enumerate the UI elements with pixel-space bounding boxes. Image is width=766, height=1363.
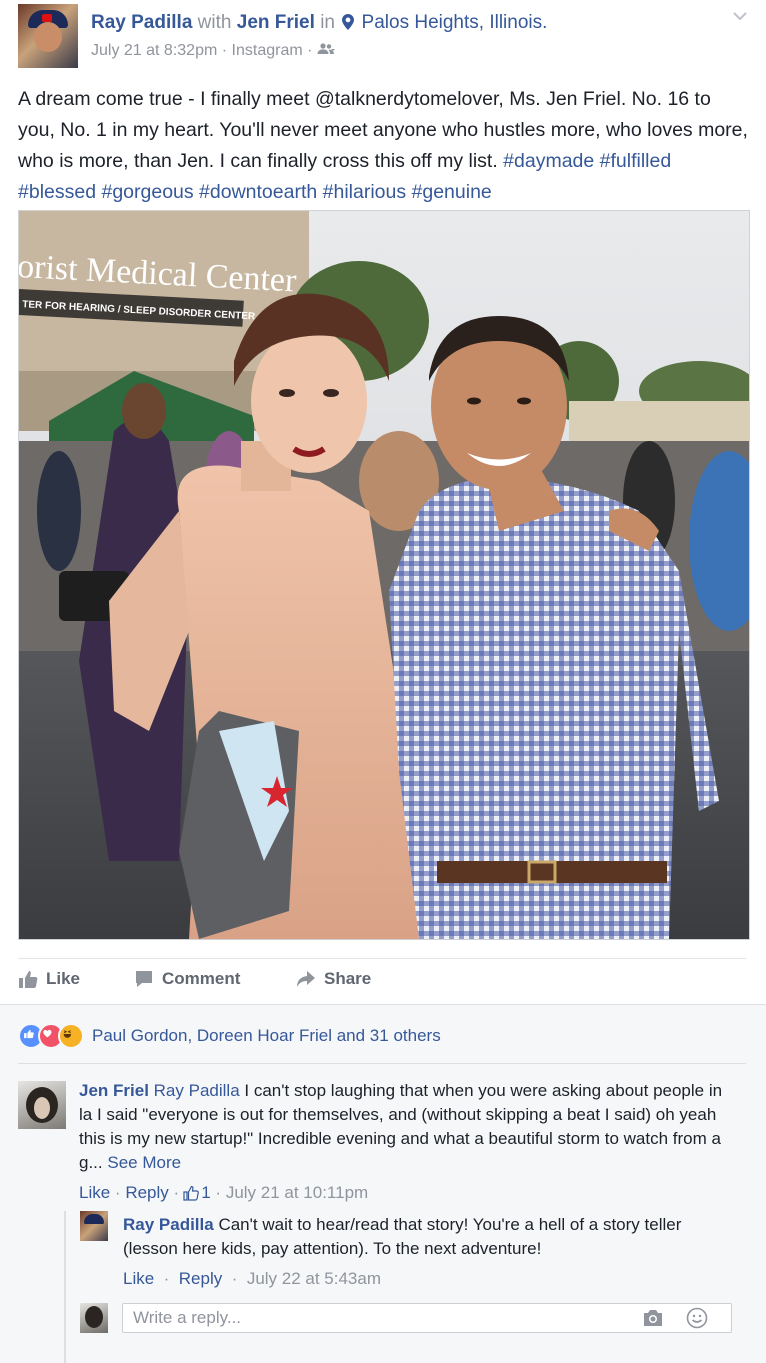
tagged-person-link[interactable]: Jen Friel — [237, 12, 315, 33]
reply-reply-link[interactable]: Reply — [179, 1269, 222, 1288]
comment-like-count[interactable]: 1 — [201, 1183, 210, 1203]
see-more-link[interactable]: See More — [107, 1153, 181, 1172]
comment-like-count-icon — [183, 1185, 200, 1201]
post-via[interactable]: Instagram — [232, 42, 303, 59]
divider — [18, 1063, 746, 1064]
post-meta: July 21 at 8:32pm · Instagram · — [91, 42, 335, 60]
comment-bubble-icon — [136, 971, 152, 987]
location-link[interactable]: Palos Heights, Illinois. — [362, 12, 548, 33]
commenter-avatar[interactable] — [18, 1081, 66, 1129]
reply-body: Ray Padilla Can't wait to hear/read that… — [123, 1213, 693, 1261]
post-actions-bar: Like Comment Share — [18, 958, 746, 1005]
author-avatar[interactable] — [18, 4, 78, 68]
reply-author-link[interactable]: Ray Padilla — [123, 1215, 214, 1234]
comment-reply-link[interactable]: Reply — [125, 1183, 168, 1203]
in-label: in — [320, 12, 335, 33]
haha-reaction-icon — [58, 1023, 84, 1049]
comment-timestamp[interactable]: July 21 at 10:11pm — [226, 1183, 368, 1203]
post-message: A dream come true - I finally meet @talk… — [18, 84, 753, 208]
reply-meta: Like · Reply · July 22 at 5:43am — [123, 1269, 382, 1288]
share-arrow-icon — [297, 971, 315, 987]
comment-body: Jen Friel Ray Padilla I can't stop laugh… — [79, 1079, 739, 1175]
post-photo-image: orist Medical Center TER FOR HEARING / S… — [19, 211, 749, 939]
comment-meta: Like · Reply · 1 · July 21 at 10:11pm — [79, 1183, 369, 1203]
author-name-link[interactable]: Ray Padilla — [91, 12, 192, 33]
like-button[interactable]: Like — [18, 969, 80, 989]
thumbs-up-icon — [19, 971, 38, 988]
reply-timestamp[interactable]: July 22 at 5:43am — [247, 1269, 381, 1288]
reply-like-link[interactable]: Like — [123, 1269, 154, 1288]
with-label: with — [197, 12, 232, 33]
reply-composer: Write a reply... — [80, 1303, 740, 1335]
comment-button[interactable]: Comment — [134, 969, 240, 989]
reactions-summary-text[interactable]: Paul Gordon, Doreen Hoar Friel and 31 ot… — [92, 1026, 441, 1046]
current-user-avatar — [80, 1303, 108, 1333]
audience-friends-icon[interactable] — [317, 43, 335, 55]
post-header: Ray Padilla with Jen Friel in Palos Heig… — [18, 4, 748, 68]
post-options-chevron-icon[interactable] — [732, 10, 748, 22]
post-header-title: Ray Padilla with Jen Friel in Palos Heig… — [91, 12, 547, 34]
emoji-icon[interactable] — [686, 1307, 708, 1329]
reply-author-avatar[interactable] — [80, 1211, 108, 1241]
reactions-summary[interactable]: Paul Gordon, Doreen Hoar Friel and 31 ot… — [18, 1023, 441, 1049]
comments-section: Paul Gordon, Doreen Hoar Friel and 31 ot… — [0, 1004, 766, 1363]
comment-author-link[interactable]: Jen Friel — [79, 1081, 149, 1100]
comment-like-link[interactable]: Like — [79, 1183, 110, 1203]
post-photo[interactable]: orist Medical Center TER FOR HEARING / S… — [18, 210, 750, 940]
write-reply-input[interactable]: Write a reply... — [122, 1303, 732, 1333]
post-timestamp-link[interactable]: July 21 at 8:32pm — [91, 42, 217, 59]
comment-mention-link[interactable]: Ray Padilla — [154, 1081, 240, 1100]
replies-thread: Ray Padilla Can't wait to hear/read that… — [64, 1211, 748, 1363]
share-button[interactable]: Share — [296, 969, 371, 989]
camera-icon[interactable] — [642, 1309, 664, 1327]
location-pin-icon — [342, 14, 355, 30]
